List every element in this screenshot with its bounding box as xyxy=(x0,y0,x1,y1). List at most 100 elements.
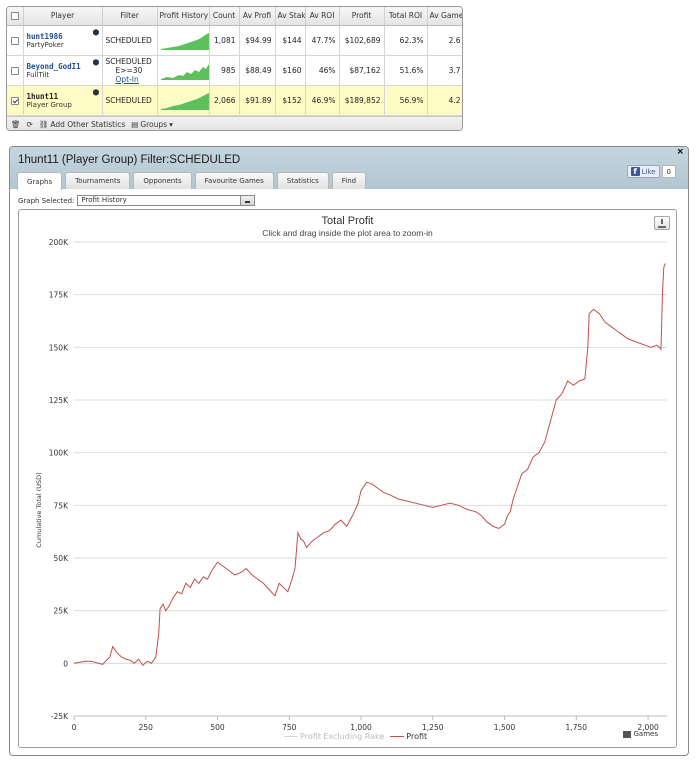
player-site: PartyPoker xyxy=(26,40,64,49)
av-profit-cell: $88.49 xyxy=(239,55,276,86)
y-tick-label: 0 xyxy=(63,659,68,668)
profit-chart[interactable]: -25K025K50K75K100K125K150K175K200K0 250 50… xyxy=(19,210,678,749)
dropdown-arrow-icon[interactable] xyxy=(240,196,255,205)
y-axis-label: Cumulative Total (USD) xyxy=(35,472,43,547)
y-tick-label: 100K xyxy=(49,449,69,458)
add-statistics-label: Add Other Statistics xyxy=(50,119,126,129)
av-stake-cell: $144 xyxy=(275,25,306,56)
shark-icon: ⬢ xyxy=(92,87,100,97)
table-toolbar: 🗑 ⟳ ⛓ Add Other Statistics ▤ Groups ▾ xyxy=(7,115,462,130)
series-line-profit[interactable] xyxy=(73,263,666,667)
header-total-roi[interactable]: Total ROI xyxy=(384,7,428,26)
header-av-games[interactable]: Av Games xyxy=(427,7,462,26)
count-cell: 1,081 xyxy=(209,25,240,56)
close-icon[interactable]: × xyxy=(676,147,684,157)
filter-opt-in-link[interactable]: Opt-In xyxy=(106,75,154,84)
player-name-link[interactable]: hunt1986 xyxy=(27,32,99,41)
av-stake-cell: $160 xyxy=(275,55,306,86)
x-tick-label: 1,500 xyxy=(494,723,516,732)
count-cell: 985 xyxy=(209,55,240,86)
player-table: Player Filter Profit History Count Av Pr… xyxy=(7,7,462,116)
x-tick-label: 0 xyxy=(72,723,77,732)
trash-icon[interactable]: 🗑 xyxy=(11,120,21,129)
player-name-link[interactable]: 1hunt11 xyxy=(27,92,99,101)
profit-cell: $87,162 xyxy=(339,55,385,86)
download-icon[interactable] xyxy=(654,216,670,230)
player-table-panel: Player Filter Profit History Count Av Pr… xyxy=(6,6,463,131)
groups-button[interactable]: ▤ Groups ▾ xyxy=(131,120,173,129)
y-tick-label: 175K xyxy=(49,291,69,300)
header-filter[interactable]: Filter xyxy=(102,7,158,26)
header-profit[interactable]: Profit xyxy=(339,7,385,26)
graph-panel-title: 1hunt11 (Player Group) Filter:SCHEDULED xyxy=(18,154,241,166)
x-tick-label: 250 xyxy=(139,723,154,732)
legend-label-excluding: Profit Excluding Rake xyxy=(300,732,385,741)
av-games-cell: 4.2 xyxy=(427,85,462,116)
av-games-cell: 3.7 xyxy=(427,55,462,86)
like-count: 0 xyxy=(661,165,676,178)
tab-tournaments[interactable]: Tournaments xyxy=(65,172,131,189)
av-profit-cell: $91.89 xyxy=(239,85,276,116)
profit-history-sparkline xyxy=(157,55,210,86)
av-roi-cell: 47.7% xyxy=(305,25,340,56)
tab-find[interactable]: Find xyxy=(331,172,367,189)
chart-subtitle: Click and drag inside the plot area to z… xyxy=(262,228,433,238)
graph-panel-header: 1hunt11 (Player Group) Filter:SCHEDULED … xyxy=(10,147,688,190)
av-roi-cell: 46.9% xyxy=(305,85,340,116)
total-roi-cell: 56.9% xyxy=(384,85,428,116)
y-tick-label: 125K xyxy=(49,396,69,405)
filter-cell: SCHEDULED xyxy=(102,25,158,56)
profit-history-sparkline xyxy=(157,85,210,116)
y-tick-label: -25K xyxy=(51,712,69,721)
legend-item-profit[interactable]: Profit xyxy=(390,732,427,741)
tab-favourite-games[interactable]: Favourite Games xyxy=(194,172,274,189)
chevron-down-icon: ▾ xyxy=(169,119,173,129)
refresh-icon[interactable]: ⟳ xyxy=(27,120,33,129)
av-roi-cell: 46% xyxy=(305,55,340,86)
games-swatch xyxy=(622,730,631,738)
x-tick-label: 1,250 xyxy=(422,723,444,732)
player-site: Player Group xyxy=(26,100,72,109)
filter-cell: SCHEDULED E>=30 Opt-In xyxy=(102,55,158,86)
row-checkbox[interactable] xyxy=(7,25,24,56)
legend-item-games[interactable]: Games xyxy=(622,730,658,738)
chart-container[interactable]: -25K 0 25K 50K 75K 100K 125K 150K 175K 200K 0 250 50… xyxy=(18,209,677,748)
select-all-checkbox[interactable] xyxy=(7,7,24,26)
table-row[interactable]: ⬢ Beyond_GodI1 FullTilt SCHEDULED E>=30 … xyxy=(7,55,462,86)
av-stake-cell: $152 xyxy=(275,85,306,116)
y-tick-label: 150K xyxy=(49,343,69,352)
profit-cell: $102,689 xyxy=(339,25,385,56)
shark-icon: ⬢ xyxy=(92,27,100,37)
chart-title: Total Profit xyxy=(321,215,374,227)
header-av-roi[interactable]: Av ROI xyxy=(305,7,340,26)
tab-statistics[interactable]: Statistics xyxy=(276,172,329,189)
x-tick-label: 500 xyxy=(210,723,225,732)
table-row-selected[interactable]: ⬢ 1hunt11 Player Group SCHEDULED 2,066 $… xyxy=(7,85,462,116)
header-av-stake[interactable]: Av Stak xyxy=(275,7,306,26)
header-count[interactable]: Count xyxy=(209,7,240,26)
player-name-link[interactable]: Beyond_GodI1 xyxy=(27,62,99,71)
filter-type: SCHEDULED xyxy=(105,56,152,66)
y-tick-label: 200K xyxy=(49,238,69,247)
link-icon: ⛓ xyxy=(38,119,49,129)
header-profit-history[interactable]: Profit History xyxy=(157,7,210,26)
legend-line-excluding xyxy=(284,736,298,737)
tab-opponents[interactable]: Opponents xyxy=(133,172,192,189)
player-cell: ⬢ hunt1986 PartyPoker xyxy=(23,25,103,56)
header-av-profit[interactable]: Av Profi xyxy=(239,7,276,26)
like-label: Like xyxy=(641,167,656,176)
tab-bar: Graphs Tournaments Opponents Favourite G… xyxy=(17,172,367,190)
tab-graphs[interactable]: Graphs xyxy=(17,172,63,190)
player-site: FullTilt xyxy=(26,70,50,79)
table-row[interactable]: ⬢ hunt1986 PartyPoker SCHEDULED 1,081 $9… xyxy=(7,25,462,56)
row-checkbox[interactable] xyxy=(7,85,24,116)
header-player[interactable]: Player xyxy=(23,7,103,26)
profit-history-sparkline xyxy=(157,25,210,56)
graph-select[interactable]: Profit History xyxy=(77,195,256,206)
row-checkbox[interactable] xyxy=(7,55,24,86)
add-statistics-button[interactable]: ⛓ Add Other Statistics xyxy=(39,120,125,129)
x-tick-label: 1,750 xyxy=(566,723,588,732)
legend-item-excluding-rake[interactable]: Profit Excluding Rake xyxy=(284,732,384,741)
facebook-like-button[interactable]: f Like xyxy=(626,165,660,178)
player-cell: ⬢ 1hunt11 Player Group xyxy=(23,85,103,116)
